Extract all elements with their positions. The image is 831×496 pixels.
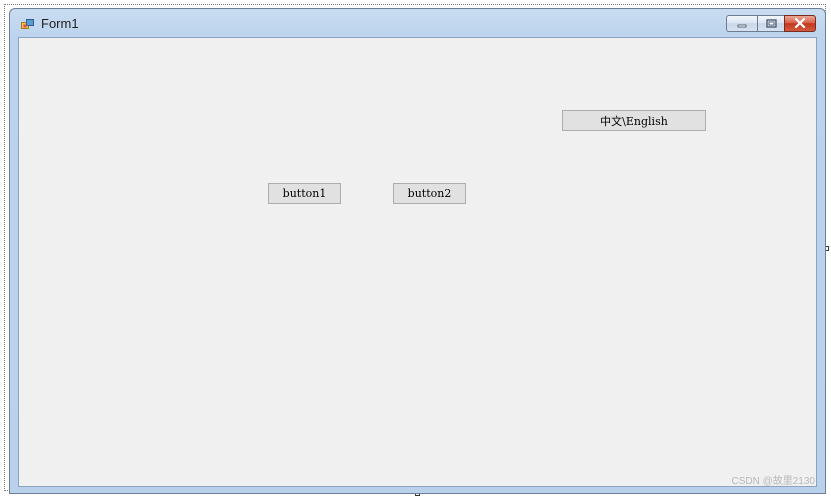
close-icon: [794, 15, 806, 33]
form-icon: [21, 18, 35, 30]
maximize-icon: [765, 15, 777, 33]
close-button[interactable]: [784, 15, 816, 32]
minimize-button[interactable]: [726, 15, 757, 32]
caption-buttons: [726, 15, 816, 34]
maximize-button[interactable]: [757, 15, 784, 32]
title-bar[interactable]: Form1: [10, 9, 825, 37]
window-title: Form1: [41, 16, 79, 31]
watermark: CSDN @故里2130: [731, 476, 815, 487]
form-window: Form1 中文\English button1 button2: [9, 8, 826, 494]
button2[interactable]: button2: [393, 183, 466, 204]
button1[interactable]: button1: [268, 183, 341, 204]
form-client-area: 中文\English button1 button2: [18, 37, 817, 487]
designer-surface: Form1 中文\English button1 button2 CSDN @故…: [0, 0, 831, 496]
language-toggle-button[interactable]: 中文\English: [562, 110, 706, 131]
minimize-icon: [737, 15, 747, 33]
